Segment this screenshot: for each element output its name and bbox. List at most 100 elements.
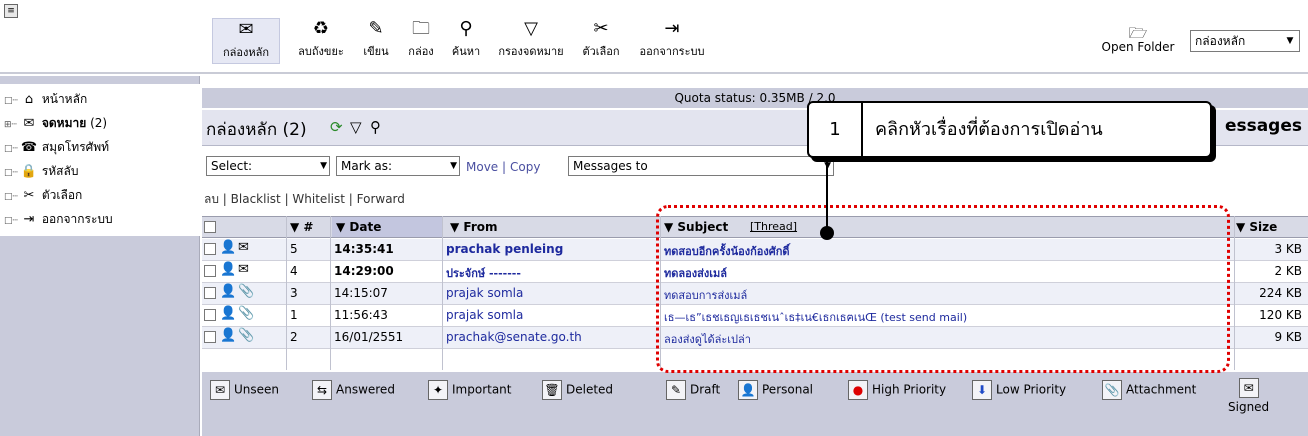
tree-node-icon: □┄: [4, 192, 18, 202]
highlight-subject-area: [656, 205, 1230, 373]
sidebar-item-mail[interactable]: ⊞┄ ✉ จดหมาย (2): [4, 114, 107, 132]
column-divider: [330, 216, 331, 370]
unseen-icon: ✉: [238, 262, 249, 277]
personal-icon: 👤: [738, 380, 758, 400]
legend-signed: ✉ Signed: [1228, 378, 1269, 414]
action-links: ลบ | Blacklist | Whitelist | Forward: [204, 192, 405, 206]
personal-icon: 👤: [220, 306, 237, 321]
filter-icon[interactable]: ▽: [350, 118, 362, 136]
tree-node-icon: □┄: [4, 96, 18, 106]
signed-icon: ✉: [1238, 378, 1259, 398]
row-checkbox[interactable]: [204, 265, 216, 277]
high-priority-icon: ●: [848, 380, 868, 400]
row-checkbox[interactable]: [204, 243, 216, 255]
toolbar-inbox-button[interactable]: ✉ กล่องหลัก: [212, 18, 280, 64]
blacklist-link[interactable]: Blacklist: [231, 192, 281, 206]
attachment-icon: 📎: [238, 306, 255, 321]
answered-icon: ⇆: [312, 380, 332, 400]
move-link[interactable]: Move: [466, 160, 498, 174]
row-checkbox[interactable]: [204, 331, 216, 343]
tree-node-icon: □┄: [4, 216, 18, 226]
instruction-callout: 1 คลิกหัวเรื่องที่ต้องการเปิดอ่าน: [807, 101, 1212, 158]
legend-low-priority: ⬇ Low Priority: [972, 380, 1066, 400]
column-divider: [442, 216, 443, 370]
mark-as-dropdown[interactable]: Mark as: ▼: [336, 156, 460, 176]
chevron-down-icon: ▼: [320, 161, 327, 171]
column-number[interactable]: ▼ #: [290, 220, 313, 234]
column-size[interactable]: ▼ Size: [1236, 220, 1277, 234]
sidebar-item-options[interactable]: □┄ ✂ ตัวเลือก: [4, 186, 82, 204]
toolbar-options-button[interactable]: ✂ ตัวเลือก: [574, 18, 628, 64]
delete-link[interactable]: ลบ: [204, 192, 219, 206]
sidebar-item-addressbook[interactable]: □┄ ☎ สมุดโทรศัพท์: [4, 138, 109, 156]
messages-to-dropdown[interactable]: Messages to▼: [568, 156, 834, 176]
column-divider: [1234, 216, 1235, 370]
attachment-icon: 📎: [1102, 380, 1122, 400]
sender-link[interactable]: prajak somla: [446, 286, 523, 300]
callout-pointer-dot: [820, 226, 834, 240]
column-from[interactable]: ▼ From: [450, 220, 498, 234]
inbox-envelope-icon: ✉: [238, 19, 254, 40]
attachment-icon: 📎: [238, 284, 255, 299]
toolbar-logout-button[interactable]: ⇥ ออกจากระบบ: [632, 18, 712, 64]
forward-link[interactable]: Forward: [357, 192, 405, 206]
toolbar-search-button[interactable]: ⚲ ค้นหา: [444, 18, 488, 64]
toolbar-compose-button[interactable]: ✎ เขียน: [356, 18, 396, 64]
deleted-icon: 🗑: [542, 380, 562, 400]
top-toolbar: ≡ ✉ กล่องหลัก ♻ ลบถังขยะ ✎ เขียน 🗀 กล่อง…: [0, 0, 1308, 74]
logout-icon: ⇥: [664, 18, 680, 39]
low-priority-icon: ⬇: [972, 380, 992, 400]
legend-answered: ⇆ Answered: [312, 380, 395, 400]
sender-link[interactable]: prachak@senate.go.th: [446, 330, 582, 344]
legend-attachment: 📎 Attachment: [1102, 380, 1196, 400]
legend-unseen: ✉ Unseen: [210, 380, 279, 400]
addressbook-icon: ☎: [20, 140, 38, 155]
tree-node-icon: □┄: [4, 168, 18, 178]
unseen-icon: ✉: [210, 380, 230, 400]
compose-icon: ✎: [368, 18, 384, 39]
chevron-down-icon: ▼: [450, 161, 457, 171]
attachment-icon: 📎: [238, 328, 255, 343]
row-checkbox[interactable]: [204, 309, 216, 321]
messages-label: essages: [1224, 116, 1302, 136]
tree-node-icon: □┄: [4, 144, 18, 154]
sidebar: □┄ ⌂ หน้าหลัก ⊞┄ ✉ จดหมาย (2) □┄ ☎ สมุดโทรศ…: [0, 76, 200, 436]
open-folder-button[interactable]: 🗁 Open Folder: [1096, 24, 1180, 55]
toolbar-filter-button[interactable]: ▽ กรองจดหมาย: [492, 18, 570, 64]
important-icon: ✦: [428, 380, 448, 400]
menu-toggle-icon[interactable]: ≡: [4, 4, 18, 18]
legend-draft: ✎ Draft: [666, 380, 720, 400]
search-icon[interactable]: ⚲: [370, 118, 381, 136]
toolbar-empty-trash-button[interactable]: ♻ ลบถังขยะ: [290, 18, 352, 64]
personal-icon: 👤: [220, 240, 237, 255]
page-title: กล่องหลัก (2): [206, 120, 307, 140]
folder-open-icon: 🗁: [1128, 24, 1148, 42]
toolbar-folders-button[interactable]: 🗀 กล่อง: [402, 18, 440, 64]
separator: |: [502, 160, 507, 174]
select-all-checkbox[interactable]: [204, 221, 216, 233]
sender-link[interactable]: prachak penleing: [446, 242, 563, 256]
lock-icon: 🔒: [20, 164, 38, 179]
unseen-icon: ✉: [238, 240, 249, 255]
column-date[interactable]: ▼ Date: [332, 217, 442, 237]
row-checkbox[interactable]: [204, 287, 216, 299]
folders-icon: 🗀: [412, 18, 430, 39]
options-tools-icon: ✂: [593, 18, 609, 39]
chevron-down-icon: ▼: [1286, 36, 1294, 46]
tree-expand-icon[interactable]: ⊞┄: [4, 116, 20, 134]
whitelist-link[interactable]: Whitelist: [292, 192, 345, 206]
sender-link[interactable]: prajak somla: [446, 308, 523, 322]
draft-icon: ✎: [666, 380, 686, 400]
select-dropdown[interactable]: Select: ▼: [206, 156, 330, 176]
sidebar-item-logout[interactable]: □┄ ⇥ ออกจากระบบ: [4, 210, 113, 228]
search-icon: ⚲: [459, 18, 473, 39]
sender-link[interactable]: ประจักษ์ -------: [446, 264, 521, 282]
folder-select[interactable]: กล่องหลัก ▼: [1190, 30, 1300, 52]
sidebar-item-password[interactable]: □┄ 🔒 รหัสลับ: [4, 162, 78, 180]
legend-deleted: 🗑 Deleted: [542, 380, 613, 400]
sidebar-item-home[interactable]: □┄ ⌂ หน้าหลัก: [4, 90, 87, 108]
refresh-icon[interactable]: ⟳: [330, 118, 343, 136]
column-divider: [286, 216, 287, 370]
copy-link[interactable]: Copy: [510, 160, 540, 174]
options-icon: ✂: [23, 188, 35, 203]
